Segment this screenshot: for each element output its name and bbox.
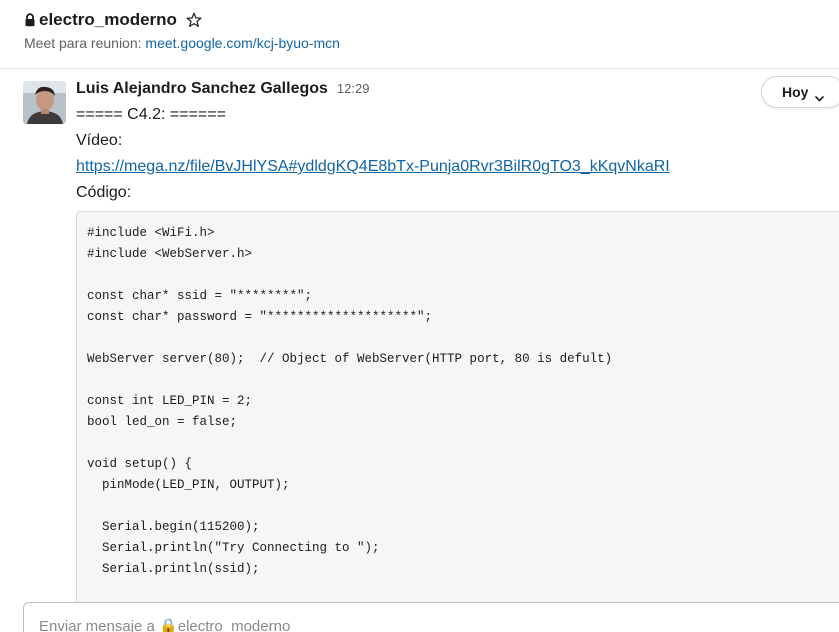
message-timestamp[interactable]: 12:29 [337,81,370,96]
video-link[interactable]: https://mega.nz/file/BvJHlYSA#ydldgKQ4E8… [76,158,670,175]
topic-link[interactable]: meet.google.com/kcj-byuo-mcn [145,35,340,51]
slack-channel-view: electro_moderno Meet para reunion: meet.… [0,0,839,632]
star-icon[interactable] [186,12,202,28]
message-input[interactable] [37,617,641,632]
lock-icon [24,13,36,27]
code-text: #include <WiFi.h> #include <WebServer.h>… [87,226,613,576]
chevron-down-icon [815,89,825,102]
channel-name[interactable]: electro_moderno [39,10,177,30]
avatar[interactable] [23,81,66,124]
channel-title-row: electro_moderno [24,10,202,30]
video-label: Vídeo: [76,132,123,149]
message-composer [23,602,839,632]
topic-prefix: Meet para reunion: [24,35,146,51]
channel-header: electro_moderno Meet para reunion: meet.… [0,0,839,69]
channel-topic: Meet para reunion: meet.google.com/kcj-b… [24,35,340,51]
sender-name[interactable]: Luis Alejandro Sanchez Gallegos [76,80,328,98]
code-block: #include <WiFi.h> #include <WebServer.h>… [76,211,839,611]
message-line: ===== C4.2: ====== [76,106,226,123]
message-header: Luis Alejandro Sanchez Gallegos 12:29 [76,80,369,98]
date-divider-button[interactable]: Hoy [761,76,839,108]
code-label: Código: [76,184,132,201]
message: Luis Alejandro Sanchez Gallegos 12:29 ==… [0,70,839,611]
video-link-line: https://mega.nz/file/BvJHlYSA#ydldgKQ4E8… [76,158,670,176]
date-divider-label: Hoy [782,84,809,100]
